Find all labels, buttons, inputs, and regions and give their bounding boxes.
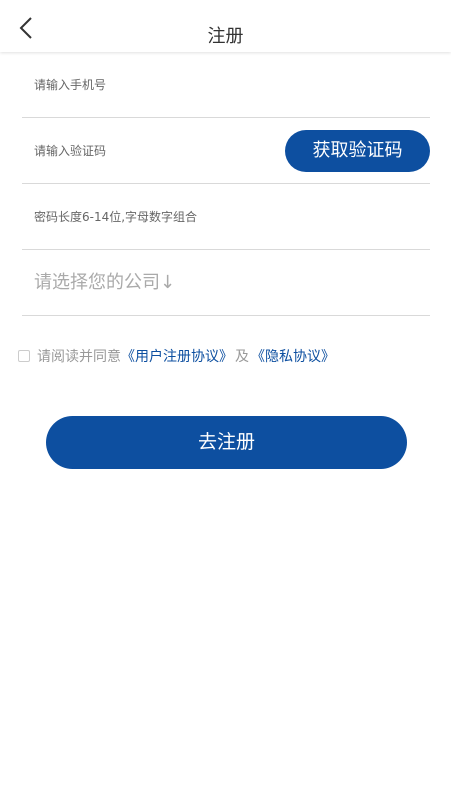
page-title: 注册 <box>207 26 244 47</box>
code-field-row: 获取验证码 <box>22 118 430 184</box>
back-button[interactable] <box>10 12 42 44</box>
phone-field-row <box>22 52 430 118</box>
get-code-button[interactable]: 获取验证码 <box>285 130 430 172</box>
password-field-row <box>22 184 430 250</box>
privacy-agreement-link[interactable]: 《隐私协议》 <box>251 346 335 366</box>
agreement-row: 请阅读并同意 《用户注册协议》 及 《隐私协议》 <box>18 345 335 367</box>
agreement-and: 及 <box>235 349 249 365</box>
phone-input[interactable] <box>34 52 424 117</box>
agreement-checkbox[interactable] <box>18 350 30 362</box>
password-input[interactable] <box>34 184 424 249</box>
app-header: 注册 <box>0 0 451 52</box>
company-select[interactable]: 请选择您的公司↓ <box>34 250 424 316</box>
verification-code-input[interactable] <box>34 118 274 183</box>
agreement-prefix: 请阅读并同意 <box>37 349 121 365</box>
user-agreement-link[interactable]: 《用户注册协议》 <box>121 346 233 366</box>
company-field-row: 请选择您的公司↓ <box>22 250 430 316</box>
register-button[interactable]: 去注册 <box>46 416 407 469</box>
chevron-left-icon <box>19 17 32 39</box>
